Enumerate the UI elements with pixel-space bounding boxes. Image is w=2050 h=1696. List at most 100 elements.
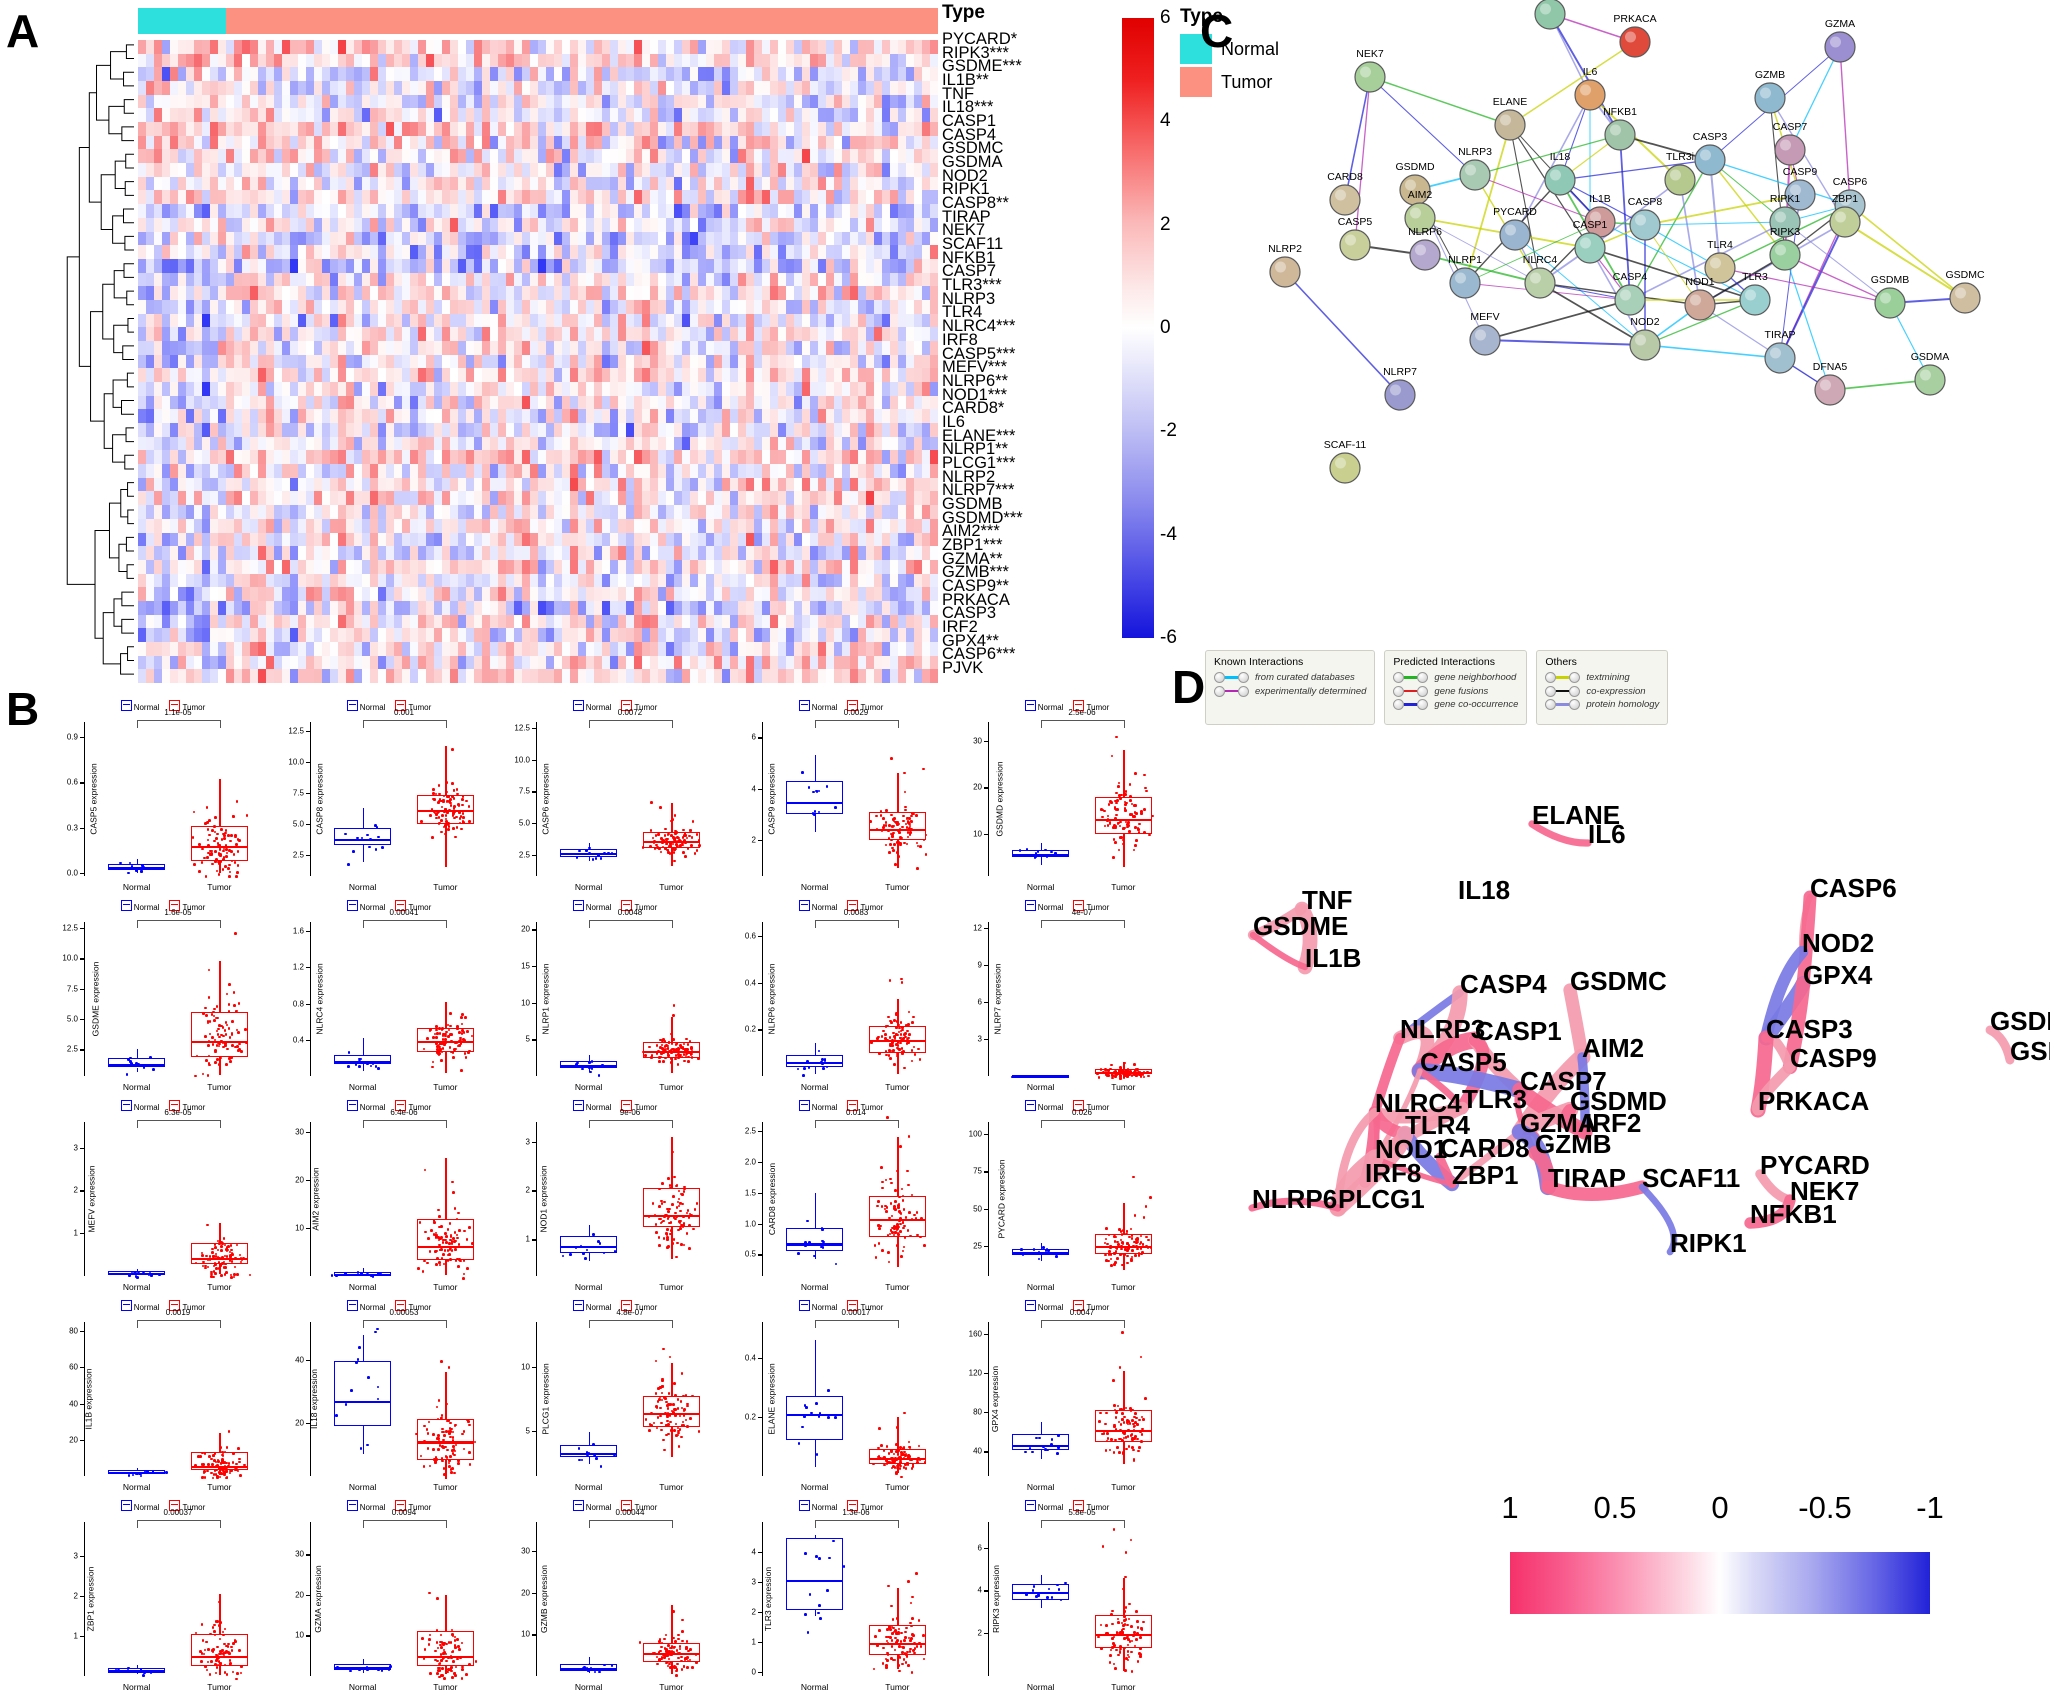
heatmap-cell bbox=[386, 368, 394, 383]
heatmap-cell bbox=[298, 450, 306, 465]
heatmap-cell bbox=[930, 559, 938, 574]
data-point bbox=[217, 873, 221, 876]
heatmap-cell bbox=[490, 491, 498, 506]
heatmap-cell bbox=[442, 450, 450, 465]
heatmap-cell bbox=[162, 505, 170, 519]
heatmap-cell bbox=[562, 299, 570, 314]
heatmap-cell bbox=[642, 546, 650, 560]
heatmap-cell bbox=[538, 299, 546, 314]
heatmap-cell bbox=[482, 67, 490, 82]
heatmap-cell bbox=[314, 505, 322, 519]
heatmap-cell bbox=[498, 354, 506, 369]
heatmap-cell bbox=[210, 573, 218, 588]
heatmap-cell bbox=[570, 135, 578, 150]
heatmap-cell bbox=[282, 53, 290, 68]
heatmap-cell bbox=[434, 641, 442, 656]
heatmap-cell bbox=[442, 641, 450, 656]
type-bar-cell bbox=[290, 8, 298, 34]
heatmap-cell bbox=[802, 67, 810, 82]
heatmap-cell bbox=[690, 395, 698, 410]
heatmap-cell bbox=[418, 40, 426, 54]
heatmap-cell bbox=[578, 491, 586, 506]
heatmap-cell bbox=[218, 395, 226, 410]
heatmap-cell bbox=[378, 655, 386, 670]
heatmap-cell bbox=[266, 368, 274, 383]
heatmap-cell bbox=[306, 122, 314, 136]
heatmap-cell bbox=[322, 436, 330, 451]
heatmap-cell bbox=[698, 135, 706, 150]
heatmap-cell bbox=[186, 163, 194, 177]
heatmap-cell bbox=[722, 641, 730, 656]
heatmap-cell bbox=[626, 464, 634, 478]
heatmap-cell bbox=[482, 532, 490, 547]
heatmap-cell bbox=[866, 340, 874, 355]
heatmap-cell bbox=[474, 40, 482, 54]
heatmap-cell bbox=[794, 669, 802, 683]
heatmap-cell bbox=[634, 245, 642, 259]
data-point bbox=[216, 832, 219, 836]
heatmap-cell bbox=[658, 505, 666, 519]
heatmap-cell bbox=[890, 108, 898, 123]
heatmap-cell bbox=[602, 573, 610, 588]
heatmap-cell bbox=[906, 340, 914, 355]
heatmap-cell bbox=[634, 655, 642, 670]
heatmap-cell bbox=[602, 231, 610, 246]
heatmap-cell bbox=[306, 669, 314, 683]
heatmap-cell bbox=[786, 272, 794, 287]
heatmap-cell bbox=[482, 628, 490, 642]
heatmap-cell bbox=[346, 450, 354, 465]
heatmap-cell bbox=[578, 477, 586, 492]
heatmap-cell bbox=[810, 655, 818, 670]
heatmap-cell bbox=[250, 505, 258, 519]
heatmap-cell bbox=[770, 53, 778, 68]
heatmap-cell bbox=[218, 149, 226, 164]
type-bar-cell bbox=[730, 8, 738, 34]
heatmap-cell bbox=[562, 368, 570, 383]
heatmap-cell bbox=[730, 272, 738, 287]
heatmap-cell bbox=[794, 67, 802, 82]
heatmap-cell bbox=[186, 655, 194, 670]
colorbar-tick: 2 bbox=[1160, 213, 1171, 235]
heatmap-cell bbox=[562, 327, 570, 341]
heatmap-cell bbox=[906, 423, 914, 437]
heatmap-cell bbox=[306, 340, 314, 355]
heatmap-cell bbox=[410, 436, 418, 451]
heatmap-cell bbox=[818, 614, 826, 629]
heatmap-cell bbox=[290, 245, 298, 259]
heatmap-cell bbox=[866, 299, 874, 314]
heatmap-cell bbox=[866, 614, 874, 629]
heatmap-cell bbox=[402, 149, 410, 164]
heatmap-cell bbox=[218, 546, 226, 560]
heatmap-cell bbox=[890, 190, 898, 205]
heatmap-cell bbox=[418, 477, 426, 492]
heatmap-cell bbox=[738, 272, 746, 287]
heatmap-cell bbox=[866, 669, 874, 683]
heatmap-cell bbox=[234, 163, 242, 177]
heatmap-cell bbox=[338, 258, 346, 273]
heatmap-cell bbox=[546, 135, 554, 150]
heatmap-cell bbox=[378, 491, 386, 506]
heatmap-cell bbox=[794, 600, 802, 615]
heatmap-cell bbox=[922, 258, 930, 273]
heatmap-cell bbox=[706, 382, 714, 396]
heatmap-cell bbox=[762, 190, 770, 205]
heatmap-cell bbox=[298, 614, 306, 629]
heatmap-cell bbox=[834, 67, 842, 82]
heatmap-cell bbox=[394, 340, 402, 355]
heatmap-cell bbox=[322, 395, 330, 410]
heatmap-cell bbox=[274, 546, 282, 560]
heatmap-cell bbox=[194, 327, 202, 341]
heatmap-cell bbox=[586, 299, 594, 314]
heatmap-cell bbox=[250, 395, 258, 410]
heatmap-cell bbox=[306, 395, 314, 410]
heatmap-cell bbox=[354, 231, 362, 246]
heatmap-cell bbox=[258, 81, 266, 95]
heatmap-cell bbox=[658, 258, 666, 273]
heatmap-cell bbox=[434, 614, 442, 629]
heatmap-cell bbox=[186, 149, 194, 164]
heatmap-cell bbox=[346, 258, 354, 273]
heatmap-cell bbox=[882, 532, 890, 547]
heatmap-cell bbox=[770, 149, 778, 164]
heatmap-cell bbox=[458, 108, 466, 123]
heatmap-cell bbox=[610, 176, 618, 191]
